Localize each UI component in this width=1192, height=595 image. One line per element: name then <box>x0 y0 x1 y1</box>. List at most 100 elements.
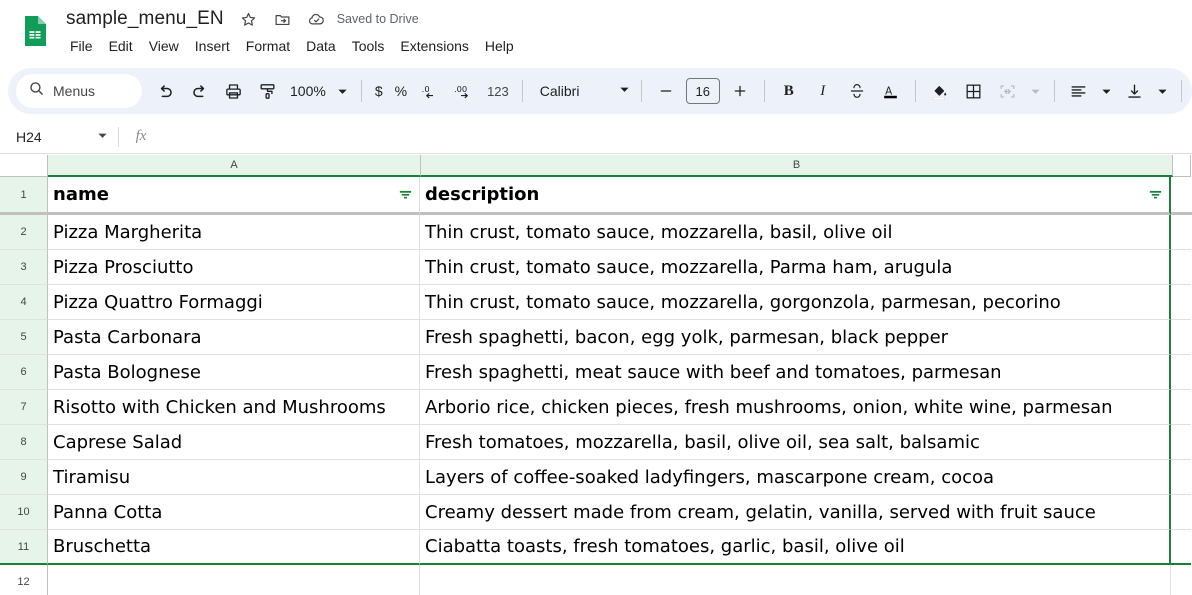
row-header-7[interactable]: 7 <box>0 390 48 425</box>
cell-c5[interactable] <box>1171 320 1191 355</box>
column-header-c[interactable] <box>1173 155 1191 177</box>
cell-b5[interactable]: Fresh spaghetti, bacon, egg yolk, parmes… <box>420 320 1171 355</box>
cell-a1[interactable]: name <box>48 177 420 215</box>
menu-item-data[interactable]: Data <box>298 35 344 57</box>
cell-c7[interactable] <box>1171 390 1191 425</box>
cell-c1[interactable] <box>1171 177 1192 215</box>
cell-b3[interactable]: Thin crust, tomato sauce, mozzarella, Pa… <box>420 250 1171 285</box>
table-row: 2 Pizza Margherita Thin crust, tomato sauc… <box>0 215 1192 250</box>
select-all-corner[interactable] <box>0 155 48 177</box>
italic-button[interactable]: I <box>807 75 839 107</box>
cell-c2[interactable] <box>1171 215 1191 250</box>
search-menus-button[interactable]: Menus <box>16 74 142 108</box>
row-header-4[interactable]: 4 <box>0 285 48 320</box>
star-icon[interactable] <box>236 6 262 32</box>
formula-input[interactable] <box>163 120 1192 153</box>
percent-format-button[interactable]: % <box>389 76 413 106</box>
cell-a3[interactable]: Pizza Prosciutto <box>48 250 420 285</box>
column-header-b[interactable]: B <box>421 155 1173 177</box>
row-header-2[interactable]: 2 <box>0 215 48 250</box>
column-header-a[interactable]: A <box>48 155 421 177</box>
cell-c6[interactable] <box>1171 355 1191 390</box>
row-header-1[interactable]: 1 <box>0 177 48 215</box>
row-header-10[interactable]: 10 <box>0 495 48 530</box>
cell-a8[interactable]: Caprese Salad <box>48 425 420 460</box>
cell-a9[interactable]: Tiramisu <box>48 460 420 495</box>
menu-item-insert[interactable]: Insert <box>187 35 238 57</box>
filter-funnel-icon[interactable] <box>1146 186 1164 204</box>
print-icon[interactable] <box>217 75 249 107</box>
strikethrough-icon[interactable] <box>841 75 873 107</box>
currency-format-button[interactable]: $ <box>369 76 389 106</box>
menu-item-tools[interactable]: Tools <box>344 35 393 57</box>
redo-icon[interactable] <box>183 75 215 107</box>
row-header-12[interactable]: 12 <box>0 565 48 595</box>
menu-item-view[interactable]: View <box>141 35 187 57</box>
bold-button[interactable]: B <box>773 75 805 107</box>
chevron-down-icon[interactable] <box>1096 76 1118 106</box>
cell-a2[interactable]: Pizza Margherita <box>48 215 420 250</box>
cell-a6[interactable]: Pasta Bolognese <box>48 355 420 390</box>
cell-c10[interactable] <box>1171 495 1191 530</box>
increase-font-size-button[interactable] <box>724 75 756 107</box>
cell-b6[interactable]: Fresh spaghetti, meat sauce with beef an… <box>420 355 1171 390</box>
fill-color-icon[interactable] <box>924 75 956 107</box>
increase-decimal-icon[interactable]: .00 <box>448 75 480 107</box>
cell-b10[interactable]: Creamy dessert made from cream, gelatin,… <box>420 495 1171 530</box>
cell-b1[interactable]: description <box>420 177 1171 215</box>
text-color-button[interactable]: A <box>875 75 907 107</box>
menu-item-file[interactable]: File <box>62 35 101 57</box>
cell-c3[interactable] <box>1171 250 1191 285</box>
table-row-header: 1 name description <box>0 177 1192 215</box>
document-title[interactable]: sample_menu_EN <box>62 7 228 31</box>
zoom-level-button[interactable]: 100% <box>284 76 332 106</box>
cell-c8[interactable] <box>1171 425 1191 460</box>
cell-a10[interactable]: Panna Cotta <box>48 495 420 530</box>
chevron-down-icon[interactable] <box>1152 76 1174 106</box>
cell-b9[interactable]: Layers of coffee-soaked ladyfingers, mas… <box>420 460 1171 495</box>
search-icon <box>28 80 45 102</box>
chevron-down-icon[interactable] <box>332 76 354 106</box>
font-size-input[interactable]: 16 <box>685 78 720 104</box>
cell-b4[interactable]: Thin crust, tomato sauce, mozzarella, go… <box>420 285 1171 320</box>
cell-a7[interactable]: Risotto with Chicken and Mushrooms <box>48 390 420 425</box>
cell-a5[interactable]: Pasta Carbonara <box>48 320 420 355</box>
cell-c9[interactable] <box>1171 460 1191 495</box>
cell-a12[interactable] <box>48 565 420 595</box>
horizontal-align-icon[interactable] <box>1063 75 1095 107</box>
row-header-9[interactable]: 9 <box>0 460 48 495</box>
borders-icon[interactable] <box>958 75 990 107</box>
cell-c11[interactable] <box>1171 530 1191 565</box>
cell-a11[interactable]: Bruschetta <box>48 530 420 565</box>
row-header-5[interactable]: 5 <box>0 320 48 355</box>
font-family-selector[interactable]: Calibri <box>530 76 634 106</box>
row-header-11[interactable]: 11 <box>0 530 48 565</box>
toolbar-divider <box>1053 80 1055 102</box>
cell-b6-text: Fresh spaghetti, meat sauce with beef an… <box>425 361 1002 383</box>
filter-funnel-icon[interactable] <box>396 186 414 204</box>
menu-item-help[interactable]: Help <box>477 35 522 57</box>
cell-b8[interactable]: Fresh tomatoes, mozzarella, basil, olive… <box>420 425 1171 460</box>
name-box[interactable]: H24 <box>0 120 118 153</box>
decrease-font-size-button[interactable] <box>650 75 682 107</box>
row-header-3[interactable]: 3 <box>0 250 48 285</box>
vertical-align-icon[interactable] <box>1119 75 1151 107</box>
chevron-down-icon[interactable] <box>97 128 108 146</box>
menu-item-extensions[interactable]: Extensions <box>392 35 476 57</box>
cell-b2[interactable]: Thin crust, tomato sauce, mozzarella, ba… <box>420 215 1171 250</box>
cell-a4[interactable]: Pizza Quattro Formaggi <box>48 285 420 320</box>
row-header-6[interactable]: 6 <box>0 355 48 390</box>
number-format-button[interactable]: 123 <box>481 76 515 106</box>
move-to-folder-icon[interactable] <box>270 6 296 32</box>
decrease-decimal-icon[interactable]: .0 <box>414 75 446 107</box>
cell-b7[interactable]: Arborio rice, chicken pieces, fresh mush… <box>420 390 1171 425</box>
cell-b12[interactable] <box>420 565 1171 595</box>
row-header-8[interactable]: 8 <box>0 425 48 460</box>
menu-item-edit[interactable]: Edit <box>101 35 141 57</box>
menu-item-format[interactable]: Format <box>238 35 298 57</box>
cell-b11[interactable]: Ciabatta toasts, fresh tomatoes, garlic,… <box>420 530 1171 565</box>
cell-c4[interactable] <box>1171 285 1191 320</box>
undo-icon[interactable] <box>149 75 181 107</box>
cell-c12[interactable] <box>1171 565 1191 595</box>
paint-format-icon[interactable] <box>251 75 283 107</box>
